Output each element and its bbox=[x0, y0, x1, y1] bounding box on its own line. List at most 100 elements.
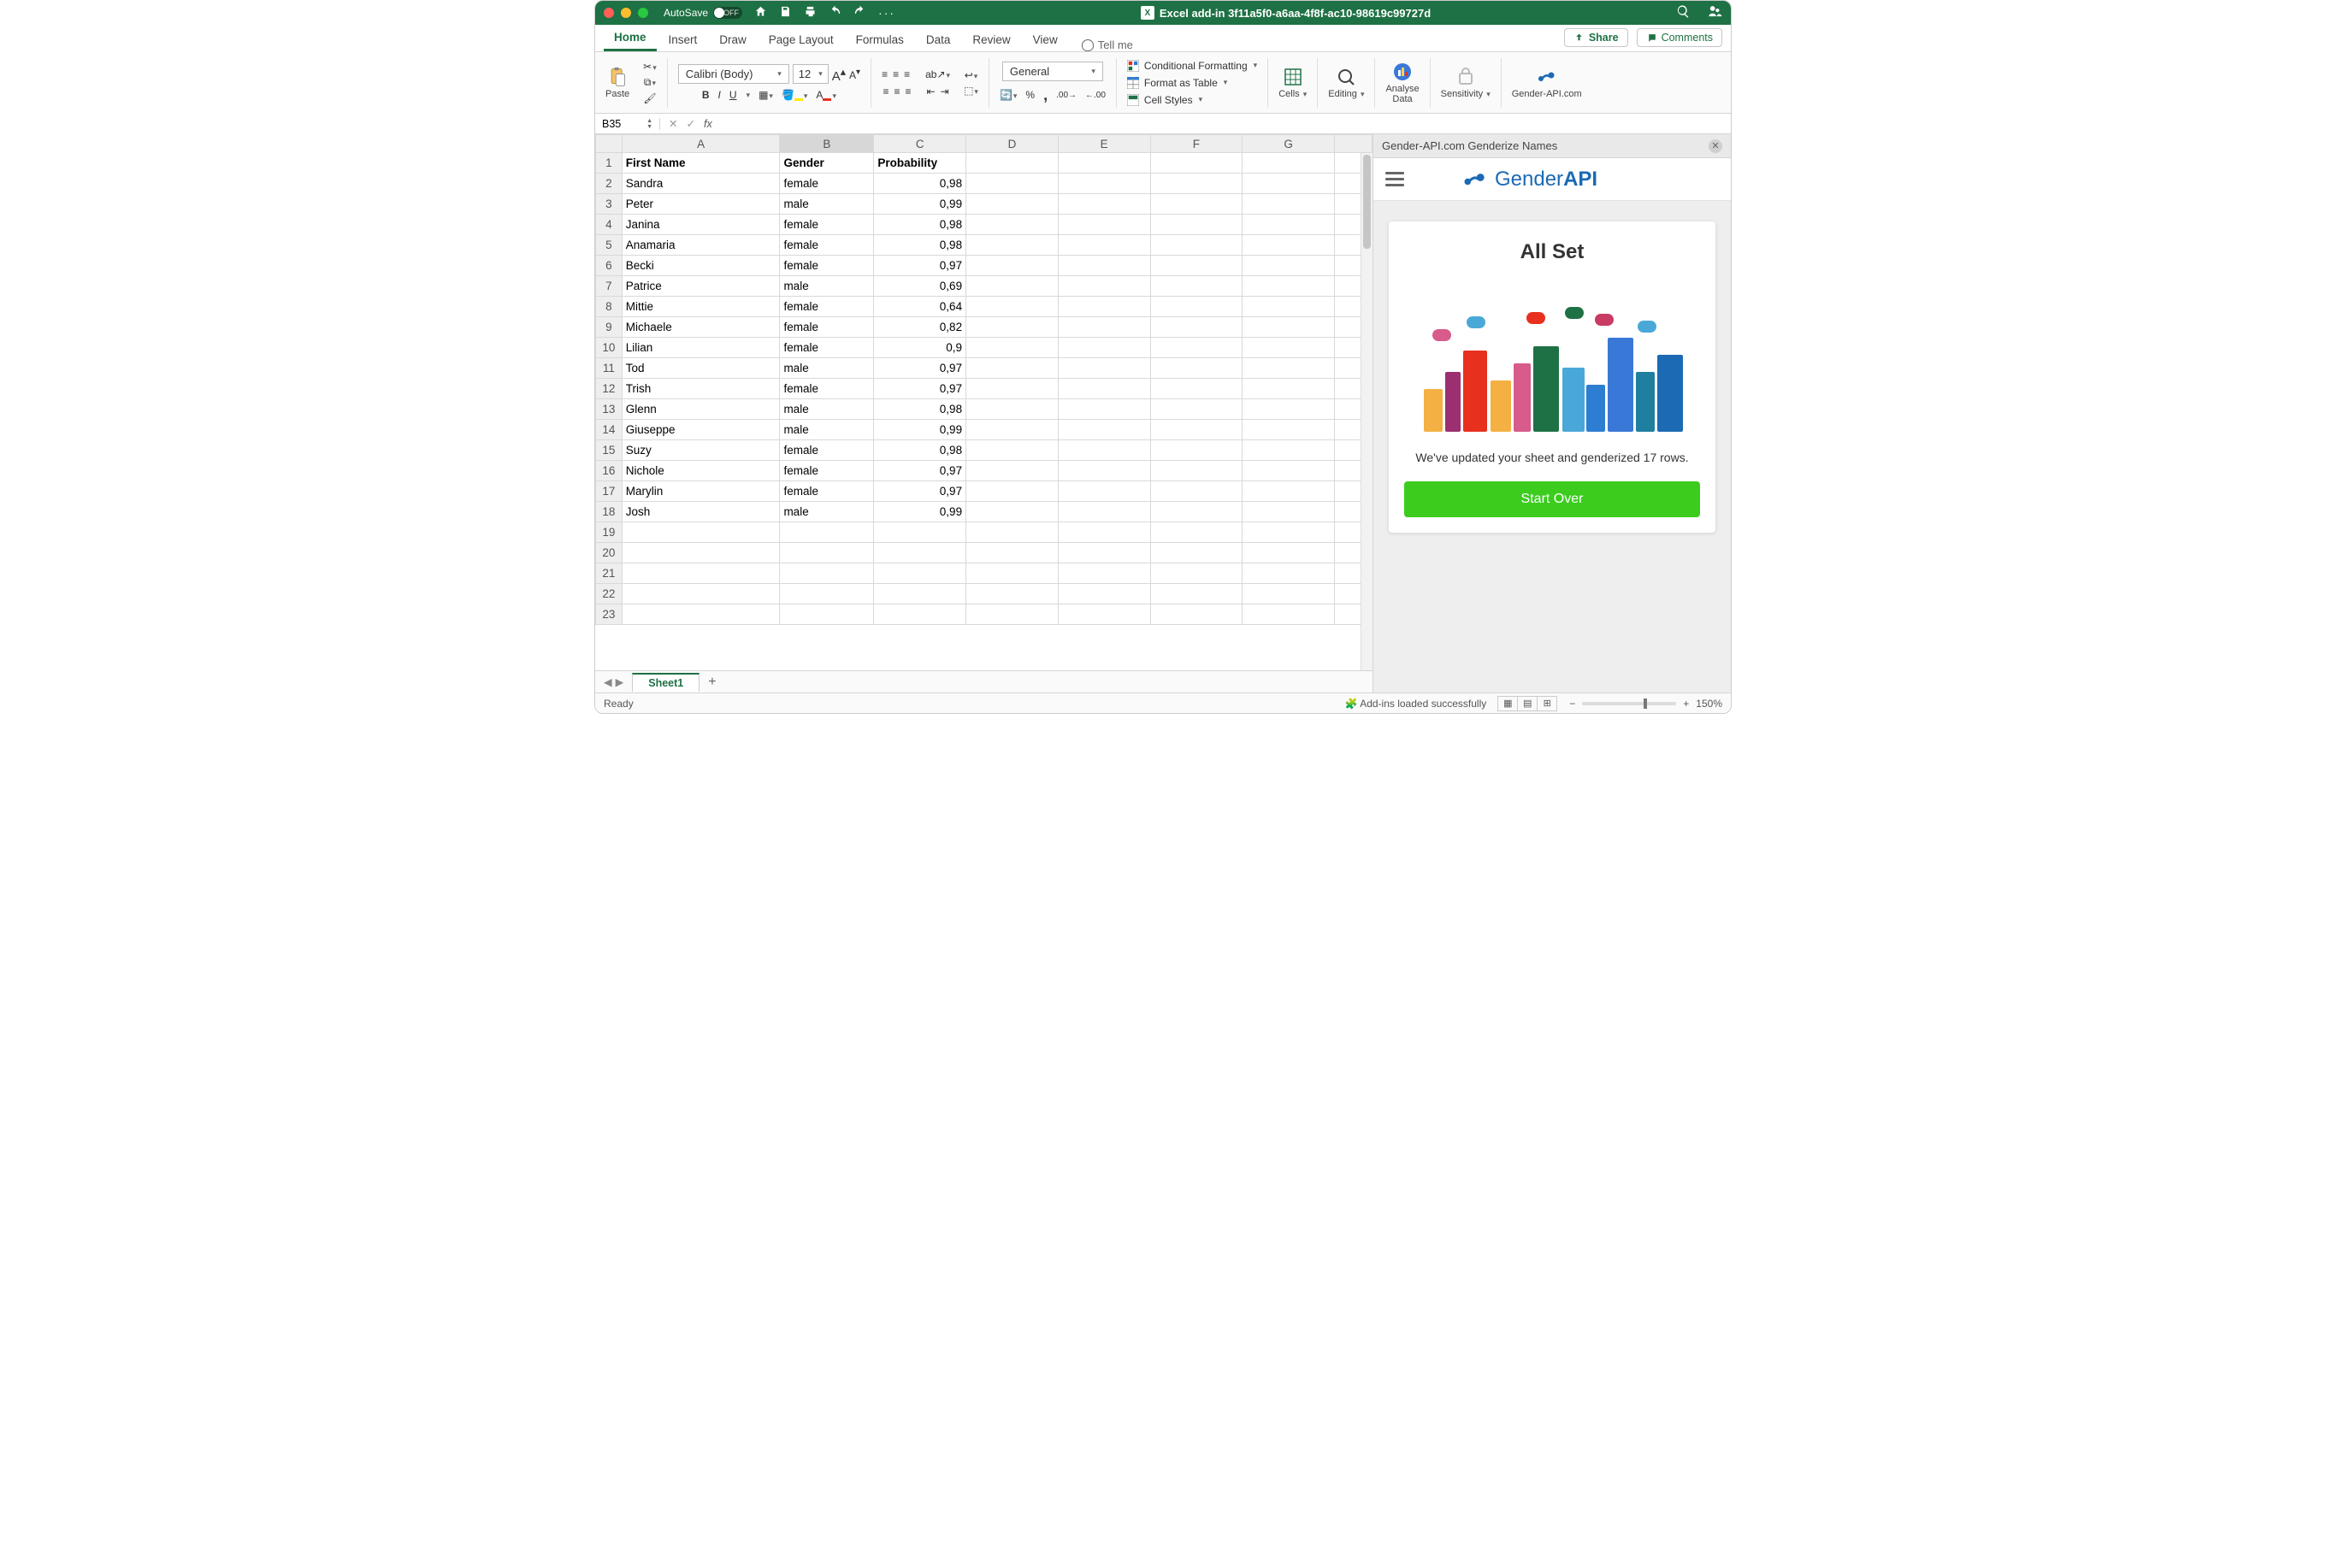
cell[interactable] bbox=[966, 604, 1059, 625]
cell[interactable] bbox=[1150, 563, 1243, 584]
row-header[interactable]: 9 bbox=[596, 317, 623, 338]
cells-group[interactable]: Cells ▾ bbox=[1275, 67, 1310, 99]
indent-left-icon[interactable]: ⇤ bbox=[927, 85, 936, 97]
row-header[interactable]: 15 bbox=[596, 440, 623, 461]
cell[interactable]: 0,97 bbox=[874, 379, 966, 399]
cell[interactable]: 0,82 bbox=[874, 317, 966, 338]
number-format-select[interactable]: General▾ bbox=[1002, 62, 1103, 81]
tab-data[interactable]: Data bbox=[916, 28, 961, 51]
add-sheet-button[interactable]: + bbox=[700, 675, 724, 690]
tab-home[interactable]: Home bbox=[604, 26, 657, 51]
cell[interactable] bbox=[1150, 399, 1243, 420]
cell[interactable] bbox=[1243, 358, 1335, 379]
cell[interactable] bbox=[1150, 235, 1243, 256]
cell[interactable] bbox=[966, 379, 1059, 399]
cell[interactable] bbox=[1150, 502, 1243, 522]
cell[interactable] bbox=[1150, 420, 1243, 440]
cell[interactable]: Janina bbox=[622, 215, 780, 235]
row-header[interactable]: 4 bbox=[596, 215, 623, 235]
comma-format-icon[interactable]: , bbox=[1043, 86, 1048, 104]
vertical-scrollbar[interactable] bbox=[1361, 153, 1373, 670]
cell[interactable] bbox=[622, 604, 780, 625]
row-header[interactable]: 22 bbox=[596, 584, 623, 604]
share-people-icon[interactable] bbox=[1708, 4, 1722, 21]
cell[interactable] bbox=[1243, 420, 1335, 440]
cell[interactable]: Josh bbox=[622, 502, 780, 522]
cell[interactable]: Becki bbox=[622, 256, 780, 276]
row-header[interactable]: 2 bbox=[596, 174, 623, 194]
cell[interactable] bbox=[1150, 194, 1243, 215]
cell[interactable] bbox=[966, 502, 1059, 522]
editing-group[interactable]: Editing ▾ bbox=[1325, 67, 1367, 99]
table-row[interactable]: 19 bbox=[596, 522, 1373, 543]
cell[interactable] bbox=[1150, 317, 1243, 338]
cell[interactable]: 0,98 bbox=[874, 440, 966, 461]
cell[interactable]: female bbox=[780, 379, 874, 399]
page-layout-view-icon[interactable]: ▤ bbox=[1517, 696, 1538, 711]
cell[interactable] bbox=[780, 543, 874, 563]
row-header[interactable]: 14 bbox=[596, 420, 623, 440]
table-row[interactable]: 14Giuseppemale0,99 bbox=[596, 420, 1373, 440]
cell[interactable]: Michaele bbox=[622, 317, 780, 338]
cell[interactable]: Tod bbox=[622, 358, 780, 379]
cell[interactable] bbox=[780, 604, 874, 625]
cell[interactable] bbox=[1058, 317, 1150, 338]
search-icon[interactable] bbox=[1676, 4, 1691, 21]
cell[interactable]: male bbox=[780, 399, 874, 420]
cell[interactable]: 0,97 bbox=[874, 481, 966, 502]
cell[interactable] bbox=[1150, 440, 1243, 461]
spreadsheet-grid[interactable]: A B C D E F G 1First NameGenderProbabili… bbox=[595, 134, 1373, 625]
cell[interactable]: female bbox=[780, 461, 874, 481]
cell[interactable] bbox=[1058, 543, 1150, 563]
cell[interactable]: Probability bbox=[874, 153, 966, 174]
wrap-text-icon[interactable]: ↩▾ bbox=[965, 69, 978, 81]
cell[interactable] bbox=[1058, 194, 1150, 215]
cell[interactable] bbox=[966, 276, 1059, 297]
decrease-decimal-icon[interactable]: ←.00 bbox=[1085, 91, 1106, 100]
cell[interactable] bbox=[1150, 379, 1243, 399]
bold-button[interactable]: B bbox=[702, 89, 710, 101]
table-row[interactable]: 3Petermale0,99 bbox=[596, 194, 1373, 215]
cell[interactable] bbox=[1243, 297, 1335, 317]
cell[interactable]: 0,99 bbox=[874, 502, 966, 522]
cell[interactable] bbox=[966, 256, 1059, 276]
cell[interactable] bbox=[780, 563, 874, 584]
tab-view[interactable]: View bbox=[1023, 28, 1068, 51]
cell[interactable] bbox=[1058, 481, 1150, 502]
cell[interactable] bbox=[1058, 338, 1150, 358]
col-header-C[interactable]: C bbox=[874, 135, 966, 153]
cell[interactable]: First Name bbox=[622, 153, 780, 174]
cell[interactable]: 0,98 bbox=[874, 235, 966, 256]
format-as-table-button[interactable]: Format as Table▾ bbox=[1127, 76, 1227, 90]
cell[interactable] bbox=[966, 440, 1059, 461]
cell[interactable]: 0,97 bbox=[874, 256, 966, 276]
cell[interactable] bbox=[1243, 584, 1335, 604]
row-header[interactable]: 5 bbox=[596, 235, 623, 256]
row-header[interactable]: 12 bbox=[596, 379, 623, 399]
cell[interactable] bbox=[1058, 461, 1150, 481]
table-row[interactable]: 20 bbox=[596, 543, 1373, 563]
table-row[interactable]: 17Marylinfemale0,97 bbox=[596, 481, 1373, 502]
row-header[interactable]: 11 bbox=[596, 358, 623, 379]
cell[interactable]: 0,97 bbox=[874, 358, 966, 379]
table-row[interactable]: 9Michaelefemale0,82 bbox=[596, 317, 1373, 338]
italic-button[interactable]: I bbox=[718, 89, 721, 101]
cell[interactable] bbox=[966, 174, 1059, 194]
name-box[interactable]: B35 ▲▼ bbox=[595, 118, 660, 130]
cell[interactable] bbox=[966, 584, 1059, 604]
cell[interactable] bbox=[874, 522, 966, 543]
cell[interactable] bbox=[966, 420, 1059, 440]
increase-decimal-icon[interactable]: .00→ bbox=[1056, 91, 1077, 100]
cell[interactable] bbox=[780, 584, 874, 604]
tab-draw[interactable]: Draw bbox=[709, 28, 757, 51]
cell[interactable] bbox=[1150, 338, 1243, 358]
font-size-select[interactable]: 12▾ bbox=[793, 64, 829, 84]
cell[interactable]: Patrice bbox=[622, 276, 780, 297]
row-header[interactable]: 18 bbox=[596, 502, 623, 522]
cell[interactable] bbox=[1243, 317, 1335, 338]
cell[interactable] bbox=[1058, 440, 1150, 461]
col-header-F[interactable]: F bbox=[1150, 135, 1243, 153]
paste-button[interactable]: Paste bbox=[602, 67, 633, 99]
conditional-formatting-button[interactable]: Conditional Formatting▾ bbox=[1127, 59, 1257, 73]
select-all-corner[interactable] bbox=[596, 135, 623, 153]
